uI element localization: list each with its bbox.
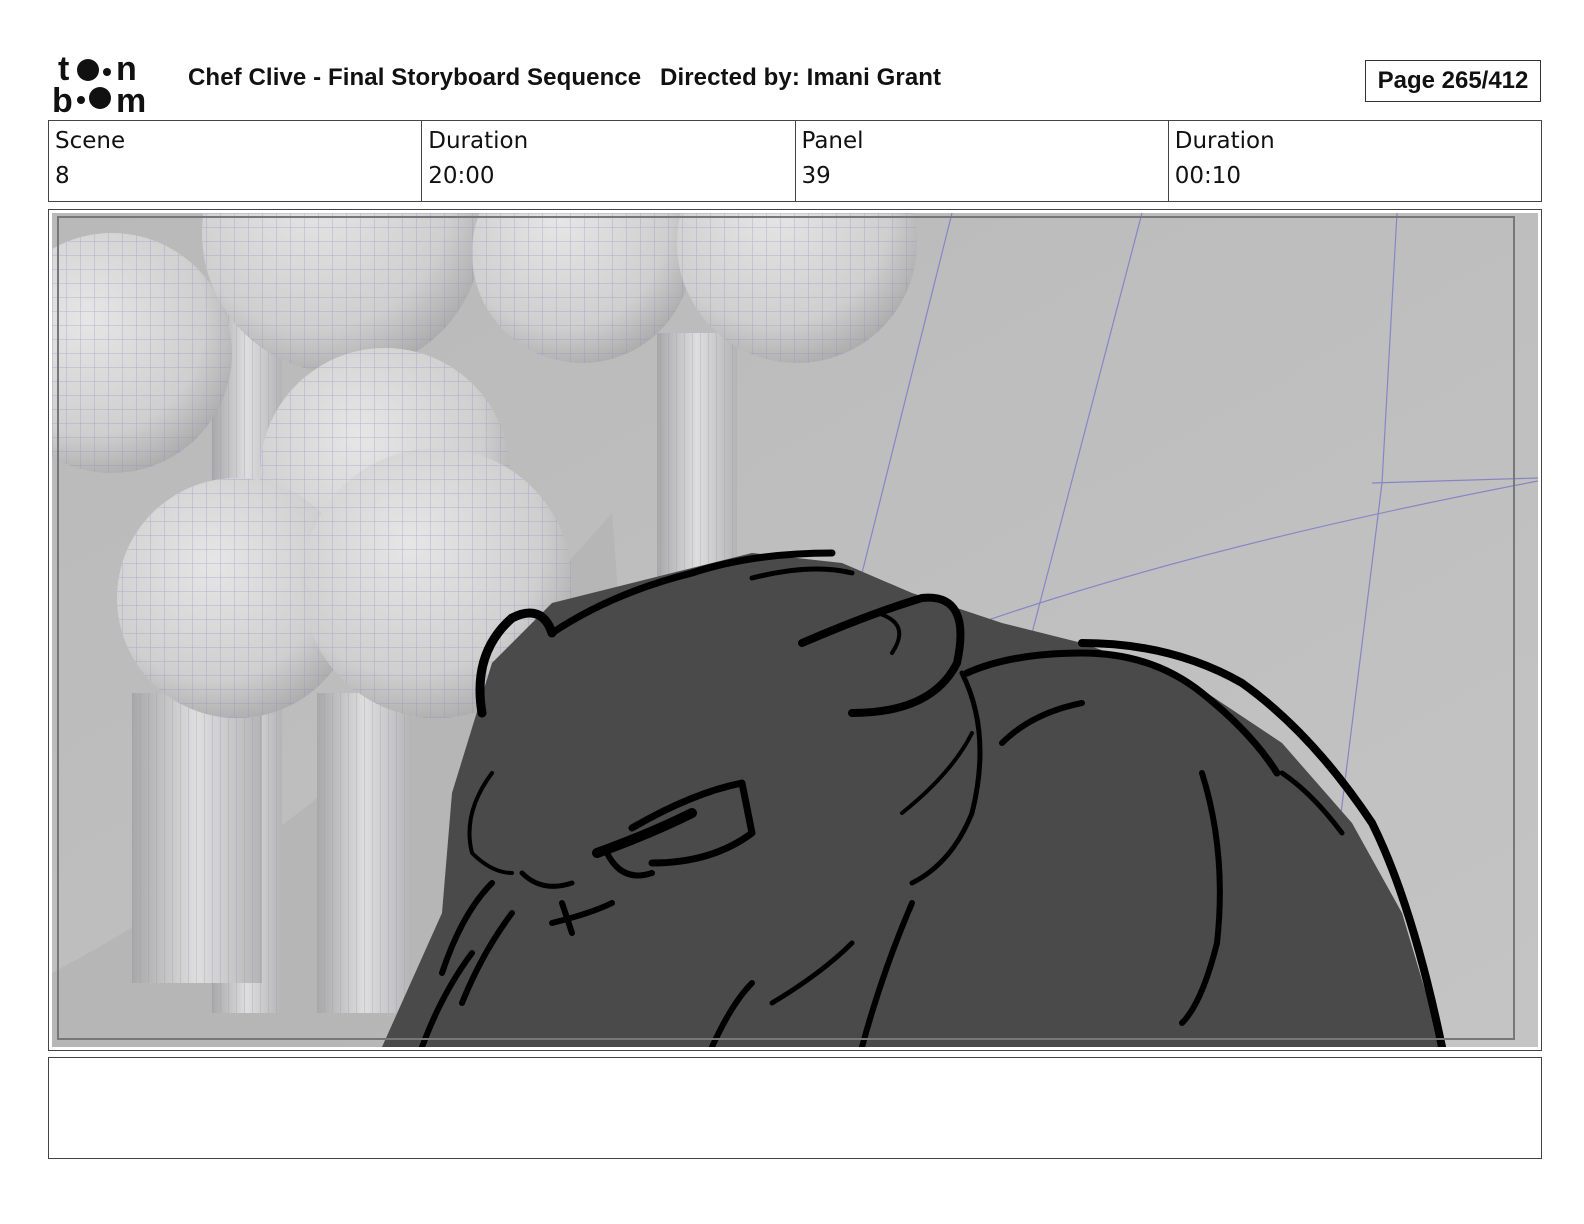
panel-cell: Panel 39 bbox=[794, 121, 1168, 201]
scene-label: Scene bbox=[55, 128, 126, 154]
sequence-title: Chef Clive - Final Storyboard Sequence bbox=[188, 64, 642, 91]
scene-info-table: Scene 8 Duration 20:00 Panel 39 Duration… bbox=[48, 120, 1542, 202]
svg-text:b: b bbox=[52, 82, 73, 114]
scene-duration-label: Duration bbox=[428, 128, 529, 154]
toonboom-logo: t n b m bbox=[52, 50, 146, 114]
panel-duration-cell: Duration 00:10 bbox=[1167, 121, 1541, 201]
document-title: Chef Clive - Final Storyboard Sequence D… bbox=[188, 64, 941, 92]
scene-value: 8 bbox=[55, 163, 70, 189]
panel-duration-value: 00:10 bbox=[1174, 163, 1242, 189]
panel-value: 39 bbox=[801, 163, 831, 189]
panel-label: Panel bbox=[801, 128, 864, 154]
page-number: Page 265/412 bbox=[1365, 60, 1541, 102]
scene-cell: Scene 8 bbox=[49, 121, 421, 201]
svg-text:m: m bbox=[116, 82, 146, 114]
scene-duration-cell: Duration 20:00 bbox=[421, 121, 794, 201]
scene-duration-value: 20:00 bbox=[428, 163, 495, 189]
director-credit: Directed by: Imani Grant bbox=[660, 64, 942, 91]
storyboard-panel-image bbox=[52, 213, 1538, 1047]
storyboard-panel-frame bbox=[48, 209, 1542, 1051]
panel-duration-label: Duration bbox=[1174, 128, 1275, 154]
panel-notes-box bbox=[48, 1057, 1542, 1159]
